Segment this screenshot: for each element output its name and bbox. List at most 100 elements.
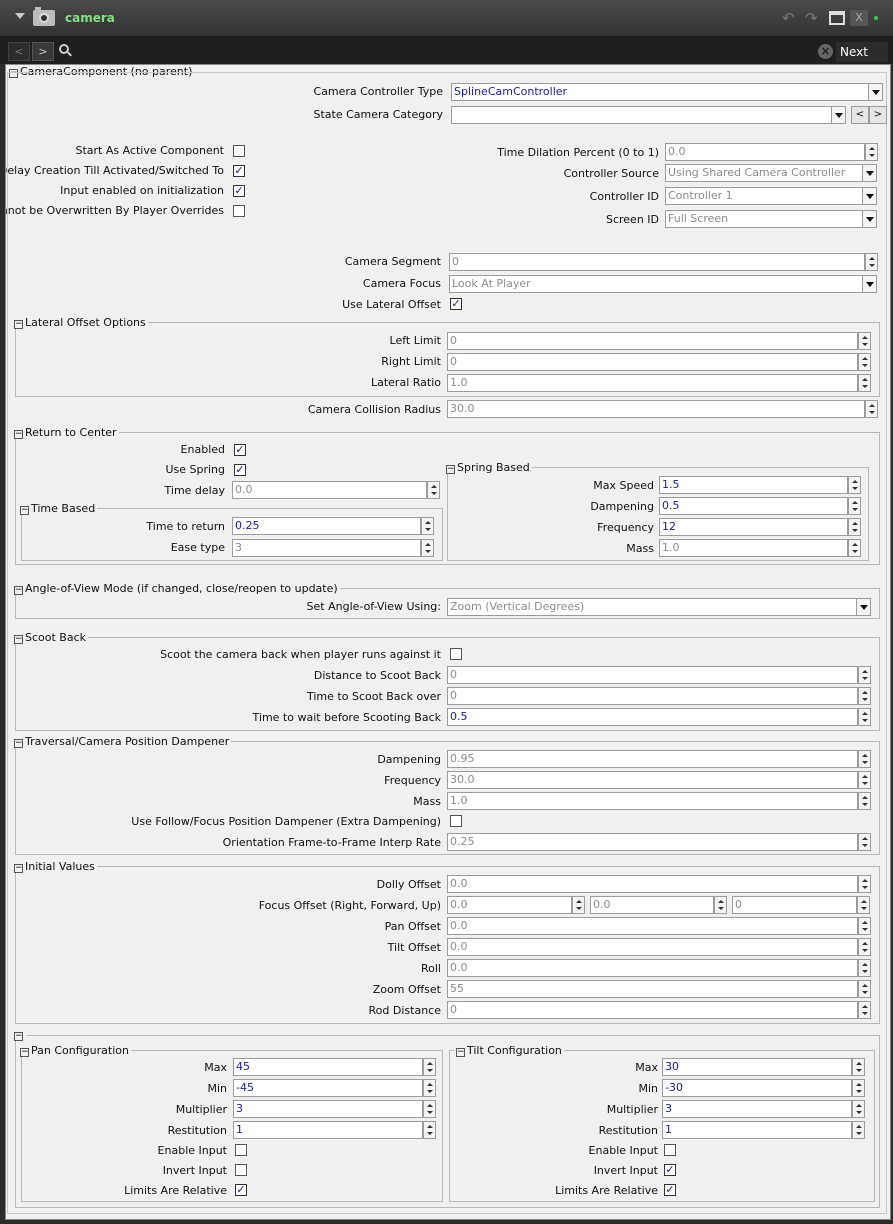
left-limit-stepper[interactable] xyxy=(858,332,871,350)
collapse-toggle-icon[interactable]: − xyxy=(14,864,23,873)
use-lateral-offset-checkbox[interactable]: ✓ xyxy=(450,298,462,310)
focus-offset-up-input[interactable]: 0 xyxy=(732,896,857,914)
controller-source-select[interactable]: Using Shared Camera Controller xyxy=(665,164,864,182)
follow-dampener-checkbox[interactable] xyxy=(450,815,462,827)
spring-frequency-input[interactable]: 12 xyxy=(659,518,848,536)
controller-id-select[interactable]: Controller 1 xyxy=(665,187,864,205)
orientation-rate-input[interactable]: 0.25 xyxy=(447,833,858,851)
spring-dampening-input[interactable]: 0.5 xyxy=(659,497,848,515)
traversal-mass-input[interactable]: 1.0 xyxy=(447,792,858,810)
time-to-return-stepper[interactable] xyxy=(421,517,434,535)
initial-values-header[interactable]: − Initial Values xyxy=(12,860,97,873)
max-speed-input[interactable]: 1.5 xyxy=(659,476,848,494)
delay-creation-checkbox[interactable]: ✓ xyxy=(233,165,245,177)
enabled-checkbox[interactable]: ✓ xyxy=(234,444,246,456)
rod-distance-stepper[interactable] xyxy=(858,1001,871,1019)
focus-offset-up-stepper[interactable] xyxy=(857,896,870,914)
no-overwrite-checkbox[interactable] xyxy=(233,205,245,217)
redo-icon[interactable]: ↷ xyxy=(805,10,821,26)
tilt-config-header[interactable]: − Tilt Configuration xyxy=(454,1044,564,1057)
chevron-down-icon[interactable] xyxy=(862,164,877,182)
lateral-offset-header[interactable]: − Lateral Offset Options xyxy=(12,316,148,329)
pan-restitution-stepper[interactable] xyxy=(423,1121,436,1139)
category-prev-button[interactable]: < xyxy=(851,106,869,124)
dolly-offset-stepper[interactable] xyxy=(858,875,871,893)
dolly-offset-input[interactable]: 0.0 xyxy=(447,875,858,893)
collapse-toggle-icon[interactable]: − xyxy=(14,1032,23,1041)
scoot-wait-input[interactable]: 0.5 xyxy=(447,708,858,726)
traversal-frequency-stepper[interactable] xyxy=(858,771,871,789)
clear-icon[interactable]: × xyxy=(818,44,833,59)
next-button[interactable]: Next xyxy=(836,42,888,62)
traversal-dampening-stepper[interactable] xyxy=(858,750,871,768)
pan-multiplier-input[interactable]: 3 xyxy=(233,1100,423,1118)
focus-offset-forward-input[interactable]: 0.0 xyxy=(590,896,714,914)
rod-distance-input[interactable]: 0 xyxy=(447,1001,858,1019)
right-limit-stepper[interactable] xyxy=(858,353,871,371)
focus-offset-right-input[interactable]: 0.0 xyxy=(447,896,572,914)
scoot-enable-checkbox[interactable] xyxy=(450,648,462,660)
scoot-distance-input[interactable]: 0 xyxy=(447,666,858,684)
camera-segment-stepper[interactable] xyxy=(865,253,878,271)
chevron-down-icon[interactable] xyxy=(862,210,877,228)
pan-max-input[interactable]: 45 xyxy=(233,1058,423,1076)
time-delay-input[interactable]: 0.0 xyxy=(232,481,427,499)
aov-set-using-select[interactable]: Zoom (Vertical Degrees) xyxy=(447,598,869,616)
back-button[interactable]: < xyxy=(8,42,30,61)
lateral-ratio-input[interactable]: 1.0 xyxy=(447,374,858,392)
traversal-header[interactable]: − Traversal/Camera Position Dampener xyxy=(12,735,232,748)
scoot-time-over-stepper[interactable] xyxy=(858,687,871,705)
tilt-min-input[interactable]: -30 xyxy=(662,1079,852,1097)
camera-focus-select[interactable]: Look At Player xyxy=(449,275,864,293)
pan-min-stepper[interactable] xyxy=(423,1079,436,1097)
collapse-toggle-icon[interactable]: − xyxy=(14,320,23,329)
zoom-offset-stepper[interactable] xyxy=(858,980,871,998)
spring-mass-input[interactable]: 1.0 xyxy=(659,539,848,557)
lateral-ratio-stepper[interactable] xyxy=(858,374,871,392)
pan-tilt-header[interactable]: − xyxy=(12,1028,27,1041)
traversal-mass-stepper[interactable] xyxy=(858,792,871,810)
maximize-icon[interactable] xyxy=(829,11,845,25)
collision-radius-input[interactable]: 30.0 xyxy=(447,400,865,418)
collision-radius-stepper[interactable] xyxy=(865,400,878,418)
collapse-toggle-icon[interactable]: − xyxy=(20,1048,29,1057)
forward-button[interactable]: > xyxy=(32,42,54,61)
tilt-enable-input-checkbox[interactable] xyxy=(664,1144,676,1156)
undo-icon[interactable]: ↶ xyxy=(782,10,798,26)
collapse-toggle-icon[interactable]: − xyxy=(14,635,23,644)
pan-config-header[interactable]: − Pan Configuration xyxy=(18,1044,131,1057)
category-next-button[interactable]: > xyxy=(869,106,887,124)
pan-invert-input-checkbox[interactable] xyxy=(235,1164,247,1176)
time-based-header[interactable]: − Time Based xyxy=(18,502,98,515)
spring-mass-stepper[interactable] xyxy=(848,539,861,557)
tilt-multiplier-stepper[interactable] xyxy=(852,1100,865,1118)
screen-id-select[interactable]: Full Screen xyxy=(665,210,864,228)
orientation-rate-stepper[interactable] xyxy=(858,833,871,851)
collapse-toggle-icon[interactable]: − xyxy=(456,1048,465,1057)
pan-offset-stepper[interactable] xyxy=(858,917,871,935)
ease-type-input[interactable]: 3 xyxy=(232,539,421,557)
roll-stepper[interactable] xyxy=(858,959,871,977)
tilt-multiplier-input[interactable]: 3 xyxy=(662,1100,852,1118)
scoot-distance-stepper[interactable] xyxy=(858,666,871,684)
chevron-down-icon[interactable] xyxy=(862,275,877,293)
tilt-limits-relative-checkbox[interactable]: ✓ xyxy=(664,1184,676,1196)
zoom-offset-input[interactable]: 55 xyxy=(447,980,858,998)
scoot-wait-stepper[interactable] xyxy=(858,708,871,726)
chevron-down-icon[interactable] xyxy=(856,598,871,616)
max-speed-stepper[interactable] xyxy=(848,476,861,494)
time-to-return-input[interactable]: 0.25 xyxy=(232,517,421,535)
tilt-restitution-stepper[interactable] xyxy=(852,1121,865,1139)
scoot-time-over-input[interactable]: 0 xyxy=(447,687,858,705)
collapse-toggle-icon[interactable]: − xyxy=(20,506,29,515)
tilt-max-input[interactable]: 30 xyxy=(662,1058,852,1076)
return-center-header[interactable]: − Return to Center xyxy=(12,426,119,439)
pan-offset-input[interactable]: 0.0 xyxy=(447,917,858,935)
pan-multiplier-stepper[interactable] xyxy=(423,1100,436,1118)
camera-segment-input[interactable]: 0 xyxy=(449,253,865,271)
traversal-frequency-input[interactable]: 30.0 xyxy=(447,771,858,789)
aov-header[interactable]: − Angle-of-View Mode (if changed, close/r… xyxy=(12,582,340,595)
time-dilation-input[interactable]: 0.0 xyxy=(665,143,865,161)
traversal-dampening-input[interactable]: 0.95 xyxy=(447,750,858,768)
right-limit-input[interactable]: 0 xyxy=(447,353,858,371)
